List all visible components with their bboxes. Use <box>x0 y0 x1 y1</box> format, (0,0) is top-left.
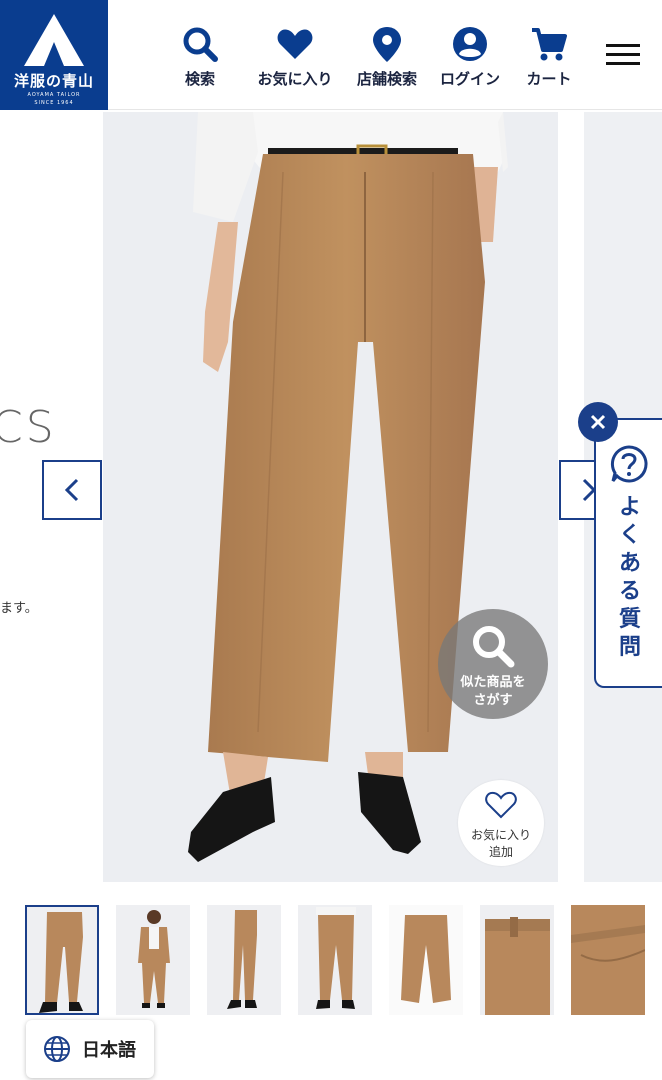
carousel-prev-button[interactable] <box>42 460 102 520</box>
nav-cart-label: カート <box>526 70 572 88</box>
hamburger-menu-icon[interactable] <box>606 44 640 74</box>
language-selector[interactable]: 日本語 <box>26 1020 154 1078</box>
map-pin-icon <box>373 27 401 62</box>
nav-search-label: 検索 <box>184 70 215 88</box>
close-icon <box>590 414 606 430</box>
search-icon <box>183 27 218 62</box>
site-header: 洋服の青山 AOYAMA TAILOR SINCE 1964 検索 お気に入り … <box>0 0 662 110</box>
nav-favorites-label: お気に入り <box>257 70 333 88</box>
cart-icon <box>532 28 567 61</box>
thumbnail-2[interactable] <box>116 905 190 1015</box>
partial-heading: CS <box>0 402 57 453</box>
pants-photo <box>188 112 508 862</box>
find-similar-label-2: さがす <box>473 693 513 708</box>
thumbnail-4[interactable] <box>298 905 372 1015</box>
thumb-full-suit <box>138 910 170 1008</box>
faq-side-tab[interactable]: よくある質問 <box>594 418 662 688</box>
nav-login[interactable]: ログイン <box>433 24 507 94</box>
thumbnail-5[interactable] <box>389 905 463 1015</box>
user-icon <box>453 27 487 61</box>
nav-cart[interactable]: カート <box>518 24 580 94</box>
brand-logo[interactable]: 洋服の青山 AOYAMA TAILOR SINCE 1964 <box>0 0 108 110</box>
thumb-pants-front <box>39 912 83 1013</box>
nav-store-search-label: 店舗検索 <box>356 70 417 88</box>
language-label: 日本語 <box>82 1040 136 1061</box>
nav-search[interactable]: 検索 <box>176 24 224 94</box>
heart-icon <box>277 29 313 59</box>
thumbnail-7[interactable] <box>571 905 645 1015</box>
nav-login-label: ログイン <box>439 70 500 88</box>
nav-favorites[interactable]: お気に入り <box>250 24 340 94</box>
thumb-pants-back <box>316 907 356 1009</box>
faq-close-button[interactable] <box>578 402 618 442</box>
question-circle-icon <box>610 445 648 483</box>
logo-since: SINCE 1964 <box>34 100 74 106</box>
faq-label: よくある質問 <box>618 495 641 660</box>
add-favorite-label-2: 追加 <box>488 845 513 859</box>
logo-tagline: AOYAMA TAILOR <box>27 92 81 98</box>
partial-note: ます。 <box>0 601 38 616</box>
search-icon <box>473 626 515 668</box>
add-favorite-label-1: お気に入り <box>470 828 531 842</box>
globe-icon <box>44 1036 70 1062</box>
thumb-waist-detail <box>480 905 554 1015</box>
find-similar-button[interactable]: 似た商品を さがす <box>438 609 548 719</box>
find-similar-label-1: 似た商品を <box>460 675 526 690</box>
thumbnail-strip <box>25 905 662 1017</box>
nav-store-search[interactable]: 店舗検索 <box>350 24 424 94</box>
add-favorite-button[interactable]: お気に入り 追加 <box>458 780 544 866</box>
logo-brand-text: 洋服の青山 <box>13 72 94 90</box>
thumbnail-6[interactable] <box>480 905 554 1015</box>
logo-mark-icon <box>24 14 84 66</box>
thumbnail-3[interactable] <box>207 905 281 1015</box>
chevron-left-icon <box>64 478 79 502</box>
product-main-image[interactable] <box>103 112 558 882</box>
thumbnail-1[interactable] <box>25 905 99 1015</box>
heart-outline-icon <box>485 791 517 819</box>
thumb-pants-flat <box>401 915 451 1003</box>
thumb-fabric-detail <box>571 905 645 1015</box>
thumb-pants-side <box>227 910 257 1009</box>
